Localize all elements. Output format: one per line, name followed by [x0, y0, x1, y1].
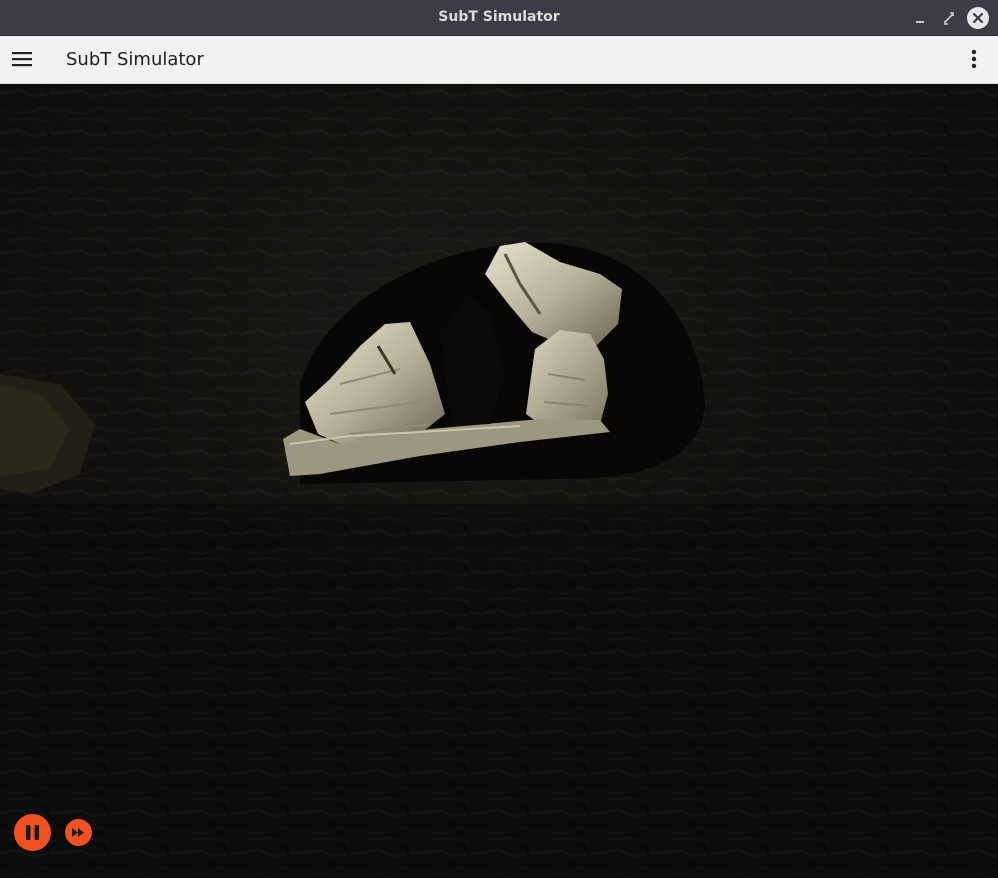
- pause-button[interactable]: [14, 814, 51, 851]
- overflow-menu-button[interactable]: [960, 45, 988, 73]
- window-title: SubT Simulator: [438, 9, 560, 25]
- fast-forward-button[interactable]: [65, 819, 92, 846]
- close-icon: [972, 12, 984, 24]
- maximize-button[interactable]: [938, 7, 960, 29]
- fast-forward-icon: [72, 828, 84, 837]
- cave-scene-render: [0, 84, 998, 878]
- menu-button[interactable]: [8, 45, 36, 73]
- hamburger-menu-icon: [12, 52, 32, 67]
- scene-viewport[interactable]: [0, 84, 998, 878]
- close-button[interactable]: [967, 7, 989, 29]
- pause-icon: [26, 825, 39, 840]
- more-vert-icon: [971, 49, 977, 69]
- app-toolbar: SubT Simulator: [0, 36, 998, 84]
- application-window: SubT Simulator SubT Simulator: [0, 0, 998, 878]
- minimize-button[interactable]: [909, 7, 931, 29]
- minimize-icon: [916, 21, 924, 23]
- maximize-icon: [944, 12, 954, 25]
- app-title: SubT Simulator: [66, 49, 204, 70]
- window-titlebar[interactable]: SubT Simulator: [0, 0, 998, 36]
